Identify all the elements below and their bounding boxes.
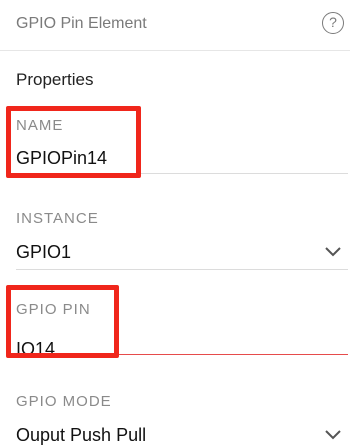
name-field[interactable]: NAME GPIOPin14: [16, 110, 350, 176]
name-label: NAME: [16, 117, 64, 134]
gpio-mode-field[interactable]: GPIO MODE Ouput Push Pull: [16, 380, 350, 445]
gpio-mode-label: GPIO MODE: [16, 393, 112, 410]
chevron-down-icon[interactable]: [324, 246, 342, 258]
instance-label: INSTANCE: [16, 210, 99, 227]
gpio-mode-select[interactable]: Ouput Push Pull: [16, 425, 146, 446]
instance-select[interactable]: GPIO1: [16, 242, 71, 263]
gpio-pin-field[interactable]: GPIO PIN IO14: [16, 290, 350, 359]
gpio-pin-underline: [16, 354, 348, 355]
section-title-properties: Properties: [16, 70, 94, 89]
help-icon[interactable]: ?: [322, 12, 344, 34]
panel-title: GPIO Pin Element: [16, 15, 147, 32]
gpio-pin-label: GPIO PIN: [16, 301, 91, 318]
panel-header: GPIO Pin Element ?: [0, 0, 350, 51]
instance-field[interactable]: INSTANCE GPIO1: [16, 200, 350, 270]
gpio-pin-input[interactable]: IO14: [16, 339, 55, 360]
chevron-down-icon[interactable]: [324, 429, 342, 441]
instance-underline: [16, 269, 348, 270]
name-input[interactable]: GPIOPin14: [16, 148, 107, 169]
name-underline: [16, 173, 348, 174]
